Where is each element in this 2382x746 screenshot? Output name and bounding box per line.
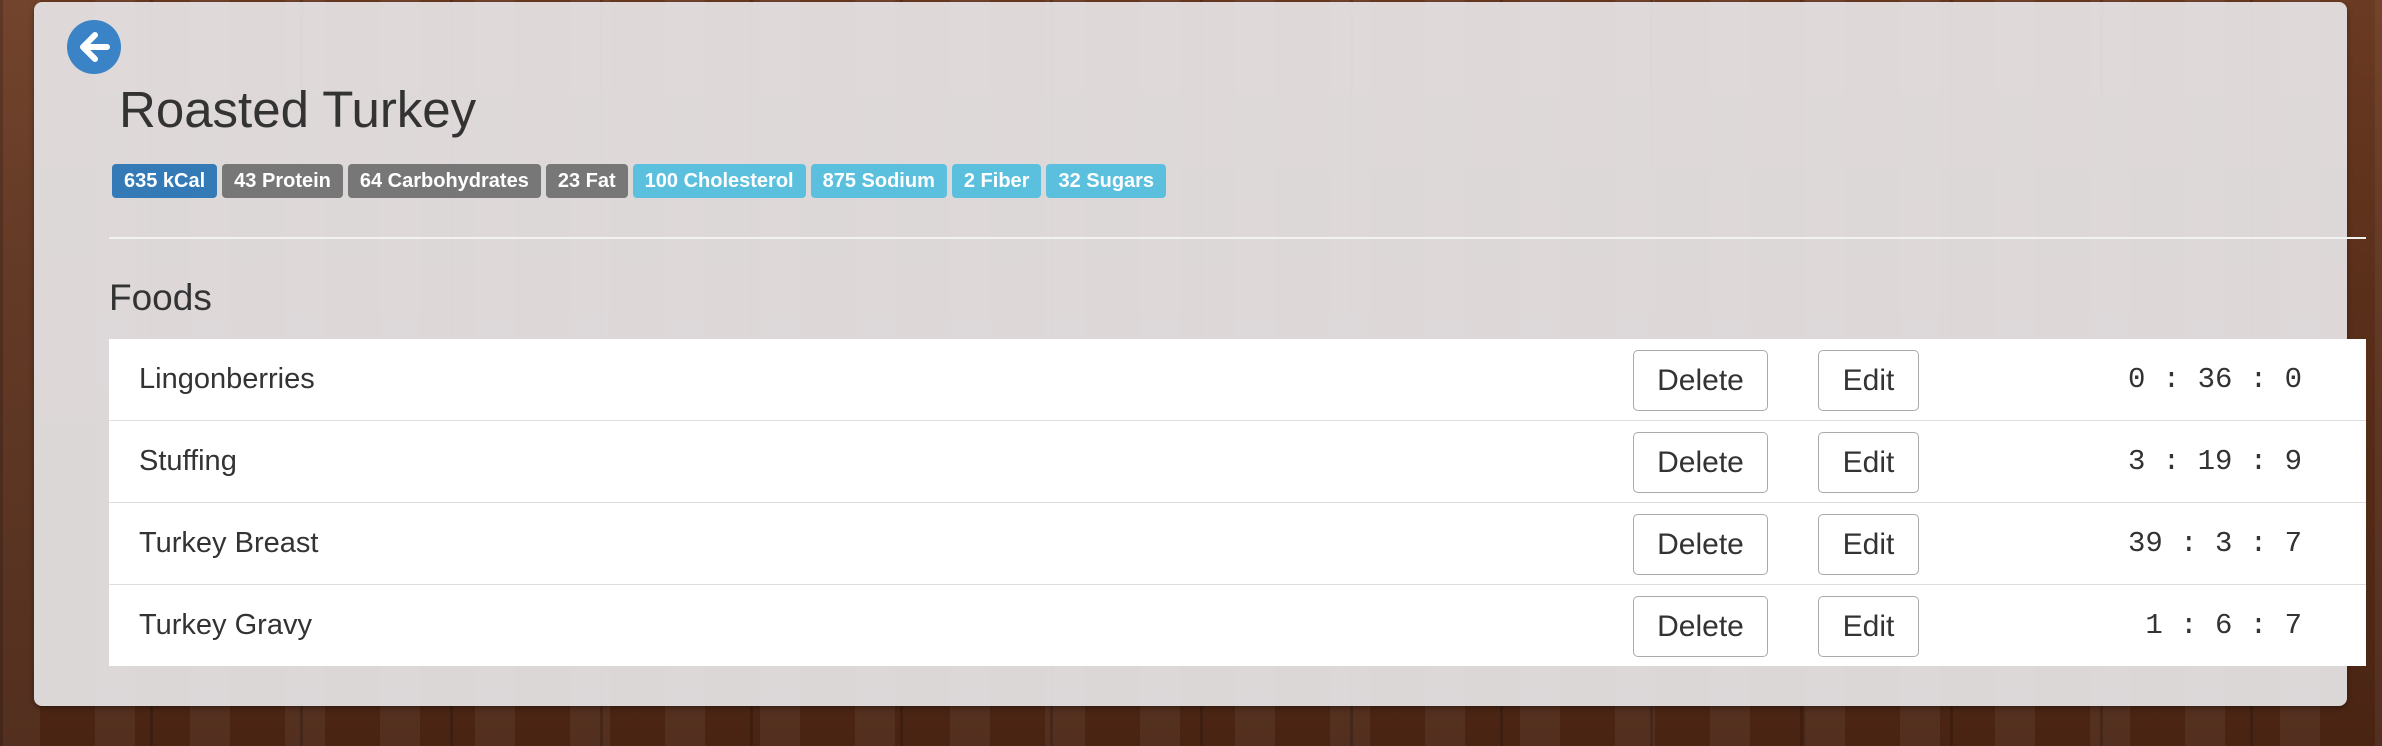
badge-protein: 43 Protein xyxy=(222,164,343,198)
edit-button[interactable]: Edit xyxy=(1818,350,1919,411)
edit-button[interactable]: Edit xyxy=(1818,514,1919,575)
edit-button[interactable]: Edit xyxy=(1818,432,1919,493)
badge-carbohydrates: 64 Carbohydrates xyxy=(347,164,541,198)
foods-heading: Foods xyxy=(109,277,212,318)
list-item: Turkey Breast Delete Edit 39 : 3 : 7 xyxy=(109,502,2366,584)
back-button[interactable] xyxy=(67,20,121,74)
delete-button[interactable]: Delete xyxy=(1633,514,1768,575)
food-name: Turkey Gravy xyxy=(139,609,312,641)
divider xyxy=(109,237,2366,239)
delete-button[interactable]: Delete xyxy=(1633,350,1768,411)
food-name: Turkey Breast xyxy=(139,527,319,559)
delete-button[interactable]: Delete xyxy=(1633,432,1768,493)
recipe-panel: Roasted Turkey 635 kCal 43 Protein 64 Ca… xyxy=(34,2,2366,706)
badge-fiber: 2 Fiber xyxy=(951,164,1042,198)
badge-calories: 635 kCal xyxy=(112,164,218,198)
food-name: Stuffing xyxy=(139,445,237,477)
food-time: 1 : 6 : 7 xyxy=(2127,609,2302,642)
badge-sodium: 875 Sodium xyxy=(810,164,947,198)
edit-button[interactable]: Edit xyxy=(1818,596,1919,657)
nutrition-badges: 635 kCal 43 Protein 64 Carbohydrates 23 … xyxy=(112,164,1167,198)
food-name: Lingonberries xyxy=(139,363,315,395)
list-item: Stuffing Delete Edit 3 : 19 : 9 xyxy=(109,420,2366,502)
food-list: Lingonberries Delete Edit 0 : 36 : 0 Stu… xyxy=(109,339,2366,666)
list-item: Turkey Gravy Delete Edit 1 : 6 : 7 xyxy=(109,584,2366,666)
food-time: 3 : 19 : 9 xyxy=(2110,445,2302,478)
list-item: Lingonberries Delete Edit 0 : 36 : 0 xyxy=(109,339,2366,420)
badge-cholesterol: 100 Cholesterol xyxy=(632,164,806,198)
badge-sugars: 32 Sugars xyxy=(1046,164,1167,198)
food-time: 39 : 3 : 7 xyxy=(2127,527,2302,560)
delete-button[interactable]: Delete xyxy=(1633,596,1768,657)
food-time: 0 : 36 : 0 xyxy=(2110,363,2302,396)
recipe-title: Roasted Turkey xyxy=(119,81,477,138)
arrow-left-circle-icon xyxy=(80,32,110,62)
badge-fat: 23 Fat xyxy=(545,164,628,198)
